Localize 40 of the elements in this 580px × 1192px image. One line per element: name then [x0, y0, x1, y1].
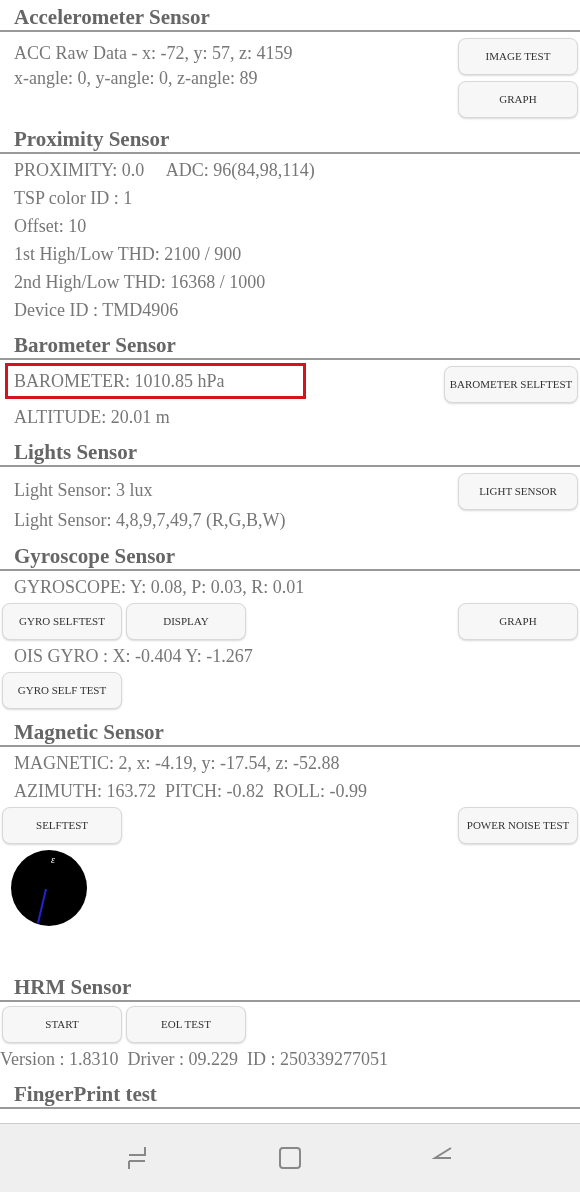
sensor-reading: 1st High/Low THD: 2100 / 900 [14, 245, 242, 263]
sensor-reading: MAGNETIC: 2, x: -4.19, y: -17.54, z: -52.88 [14, 754, 340, 772]
test-button[interactable]: IMAGE TEST [458, 38, 578, 75]
test-button[interactable]: DISPLAY [126, 603, 246, 640]
sensor-reading: 2nd High/Low THD: 16368 / 1000 [14, 273, 266, 291]
sensor-reading: Light Sensor: 3 lux [14, 480, 153, 500]
sensor-reading: TSP color ID : 1 [14, 189, 133, 207]
section-title: HRM Sensor [14, 977, 132, 998]
test-button[interactable]: GRAPH [458, 81, 578, 118]
compass-mark: ε [51, 855, 55, 865]
test-button[interactable]: POWER NOISE TEST [458, 807, 578, 844]
test-button[interactable]: SELFTEST [2, 807, 122, 844]
sensor-reading: Offset: 10 [14, 217, 87, 235]
test-button[interactable]: START [2, 1006, 122, 1043]
sensor-reading: ALTITUDE: 20.01 m [14, 408, 170, 426]
test-button[interactable]: GYRO SELF TEST [2, 672, 122, 709]
section-title: Proximity Sensor [14, 129, 170, 150]
sensor-reading: x-angle: 0, y-angle: 0, z-angle: 89 [14, 67, 258, 88]
sensor-reading: Version : 1.8310 Driver : 09.229 ID : 250339277051 [0, 1050, 388, 1068]
sensor-reading: GYROSCOPE: Y: 0.08, P: 0.03, R: 0.01 [14, 578, 305, 596]
sensor-reading: Device ID : TMD4906 [14, 301, 179, 319]
section-title: Barometer Sensor [14, 335, 176, 356]
sensor-reading: BAROMETER: 1010.85 hPa [5, 362, 306, 399]
needle-icon [37, 888, 47, 924]
test-button[interactable]: LIGHT SENSOR [458, 473, 578, 510]
sensor-reading: OIS GYRO : X: -0.404 Y: -1.267 [14, 647, 253, 665]
sensor-reading: PROXIMITY: 0.0 ADC: 96(84,98,114) [14, 161, 315, 179]
section-title: FingerPrint test [14, 1084, 157, 1105]
test-button[interactable]: EOL TEST [126, 1006, 246, 1043]
sensor-reading: ACC Raw Data - x: -72, y: 57, z: 4159 [14, 42, 293, 63]
section-title: Accelerometer Sensor [14, 7, 210, 28]
test-button[interactable]: GYRO SELFTEST [2, 603, 122, 640]
sensor-reading: AZIMUTH: 163.72 PITCH: -0.82 ROLL: -0.99 [14, 782, 367, 800]
sensor-reading: Light Sensor: 4,8,9,7,49,7 (R,G,B,W) [14, 510, 286, 530]
section-title: Magnetic Sensor [14, 722, 164, 743]
home-icon[interactable] [278, 1146, 302, 1170]
test-button[interactable]: BAROMETER SELFTEST [444, 366, 578, 403]
section-title: Lights Sensor [14, 442, 138, 463]
test-button[interactable]: GRAPH [458, 603, 578, 640]
section-title: Gyroscope Sensor [14, 546, 176, 567]
